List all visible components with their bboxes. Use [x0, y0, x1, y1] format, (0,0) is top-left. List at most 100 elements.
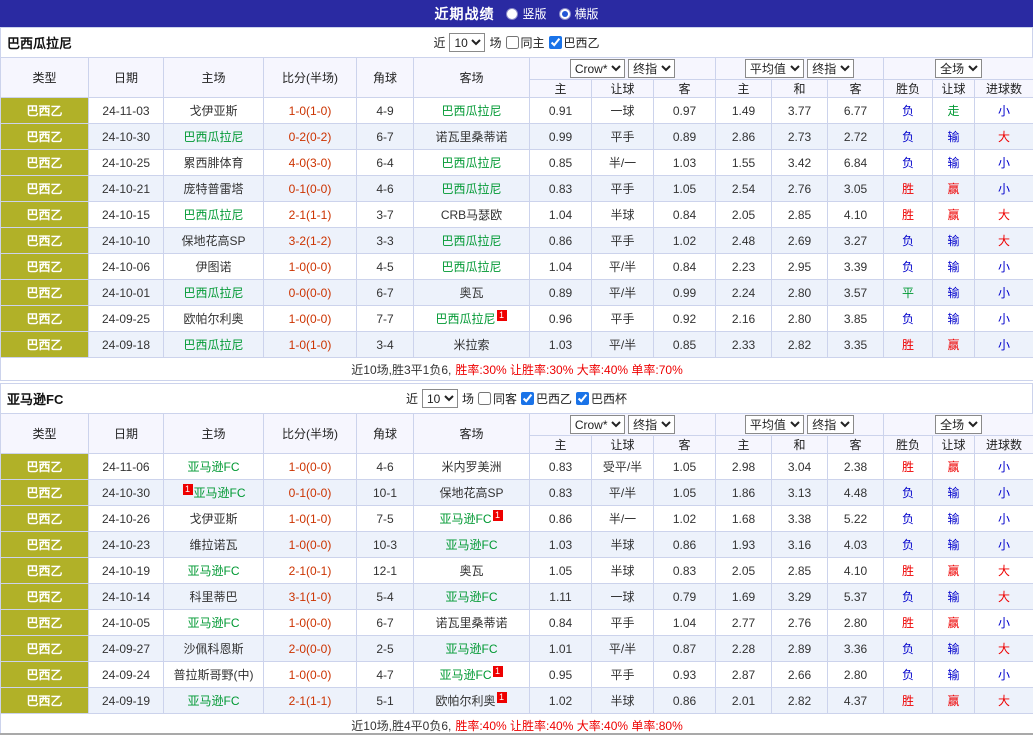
col-header-result-wl: 胜负: [884, 436, 933, 454]
result-winlose-cell: 负: [884, 228, 933, 254]
odds-home-cell: 0.84: [530, 610, 592, 636]
odds-home-cell: 1.01: [530, 636, 592, 662]
corner-cell: 4-5: [357, 254, 414, 280]
corner-cell: 4-7: [357, 662, 414, 688]
score-cell: 1-0(1-0): [264, 332, 357, 358]
corner-cell: 10-3: [357, 532, 414, 558]
summary-rates: 胜率:40% 让胜率:40% 大率:40% 单率:80%: [455, 719, 682, 733]
odds-source-select[interactable]: Crow*: [570, 59, 625, 78]
fulltime-select[interactable]: 全场: [935, 59, 982, 78]
result-winlose-cell: 平: [884, 280, 933, 306]
avg-source-select[interactable]: 平均值: [745, 59, 804, 78]
result-winlose-cell: 胜: [884, 176, 933, 202]
avg-source-select[interactable]: 平均值: [745, 415, 804, 434]
result-goals-cell: 小: [975, 150, 1033, 176]
result-handicap-cell: 赢: [933, 176, 975, 202]
away-team-cell: 欧帕尔利奥1: [414, 688, 530, 714]
result-handicap-cell: 输: [933, 280, 975, 306]
league-cell: 巴西乙: [1, 228, 89, 254]
team-name: 伊图诺: [195, 260, 231, 274]
filter-checkbox[interactable]: 巴西乙: [549, 34, 600, 51]
col-header-score: 比分(半场): [264, 414, 357, 454]
result-goals-cell: 小: [975, 254, 1033, 280]
score-cell: 2-0(0-0): [264, 636, 357, 662]
corner-cell: 7-7: [357, 306, 414, 332]
odds-source-select[interactable]: Crow*: [570, 415, 625, 434]
layout-radio-vertical[interactable]: 竖版: [506, 5, 546, 22]
result-goals-cell: 大: [975, 228, 1033, 254]
odds-handicap-cell: 半球: [592, 202, 654, 228]
result-goals-cell: 小: [975, 176, 1033, 202]
filter-checkbox-input[interactable]: [506, 36, 519, 49]
odds-final-select[interactable]: 终指: [628, 415, 675, 434]
filter-checkbox[interactable]: 同客: [478, 390, 517, 407]
filter-checkbox-input[interactable]: [478, 392, 491, 405]
col-header-avg-home: 主: [716, 80, 772, 98]
odds-home-cell: 1.04: [530, 202, 592, 228]
avg-home-cell: 2.16: [716, 306, 772, 332]
result-goals-cell: 大: [975, 584, 1033, 610]
league-cell: 巴西乙: [1, 636, 89, 662]
layout-radio-horizontal[interactable]: 横版: [559, 5, 599, 22]
league-cell: 巴西乙: [1, 124, 89, 150]
avg-home-cell: 1.86: [716, 480, 772, 506]
score-cell: 3-2(1-2): [264, 228, 357, 254]
match-count-select[interactable]: 10: [422, 389, 458, 408]
odds-handicap-cell: 半球: [592, 532, 654, 558]
result-winlose-cell: 负: [884, 306, 933, 332]
league-cell: 巴西乙: [1, 332, 89, 358]
match-row: 巴西乙24-10-301亚马逊FC0-1(0-0)10-1保地花高SP0.83平…: [1, 480, 1033, 506]
team-name: 巴西瓜拉尼: [441, 260, 501, 274]
avg-draw-cell: 3.16: [772, 532, 828, 558]
odds-handicap-cell: 一球: [592, 584, 654, 610]
corner-cell: 3-4: [357, 332, 414, 358]
odds-home-cell: 1.05: [530, 558, 592, 584]
odds-final-select[interactable]: 终指: [628, 59, 675, 78]
fulltime-select[interactable]: 全场: [935, 415, 982, 434]
result-handicap-cell: 赢: [933, 688, 975, 714]
avg-away-cell: 3.27: [828, 228, 884, 254]
score-cell: 1-0(0-0): [264, 306, 357, 332]
date-cell: 24-11-03: [89, 98, 164, 124]
avg-away-cell: 4.37: [828, 688, 884, 714]
filter-checkbox-input[interactable]: [549, 36, 562, 49]
result-handicap-cell: 赢: [933, 454, 975, 480]
result-handicap-cell: 输: [933, 124, 975, 150]
filter-checkbox[interactable]: 同主: [506, 34, 545, 51]
filter-checkbox-input[interactable]: [576, 392, 589, 405]
corner-cell: 5-1: [357, 688, 414, 714]
odds-away-cell: 0.87: [654, 636, 716, 662]
odds-away-cell: 0.84: [654, 254, 716, 280]
league-cell: 巴西乙: [1, 610, 89, 636]
avg-final-select[interactable]: 终指: [807, 415, 854, 434]
score-cell: 0-1(0-0): [264, 480, 357, 506]
date-cell: 24-09-25: [89, 306, 164, 332]
filter-checkbox[interactable]: 巴西杯: [576, 390, 627, 407]
result-handicap-cell: 输: [933, 584, 975, 610]
avg-draw-cell: 3.29: [772, 584, 828, 610]
odds-handicap-cell: 平手: [592, 610, 654, 636]
col-header-avg-away: 客: [828, 436, 884, 454]
corner-cell: 12-1: [357, 558, 414, 584]
score-cell: 0-2(0-2): [264, 124, 357, 150]
filter-near-label: 近: [406, 390, 418, 407]
odds-home-cell: 1.11: [530, 584, 592, 610]
team-name: 巴西瓜拉尼: [441, 156, 501, 170]
avg-draw-cell: 2.82: [772, 688, 828, 714]
result-winlose-cell: 负: [884, 150, 933, 176]
filter-checkbox-input[interactable]: [521, 392, 534, 405]
score-cell: 1-0(0-0): [264, 532, 357, 558]
match-count-select[interactable]: 10: [449, 33, 485, 52]
away-team-cell: 奥瓦: [414, 558, 530, 584]
avg-away-cell: 3.39: [828, 254, 884, 280]
avg-away-cell: 4.03: [828, 532, 884, 558]
avg-final-select[interactable]: 终指: [807, 59, 854, 78]
corner-cell: 6-7: [357, 124, 414, 150]
avg-draw-cell: 2.76: [772, 610, 828, 636]
summary-record: 近10场,胜3平1负6,: [351, 363, 451, 377]
filter-checkbox[interactable]: 巴西乙: [521, 390, 572, 407]
result-handicap-cell: 输: [933, 532, 975, 558]
odds-handicap-cell: 一球: [592, 98, 654, 124]
away-team-cell: 米拉索: [414, 332, 530, 358]
odds-handicap-cell: 半球: [592, 558, 654, 584]
